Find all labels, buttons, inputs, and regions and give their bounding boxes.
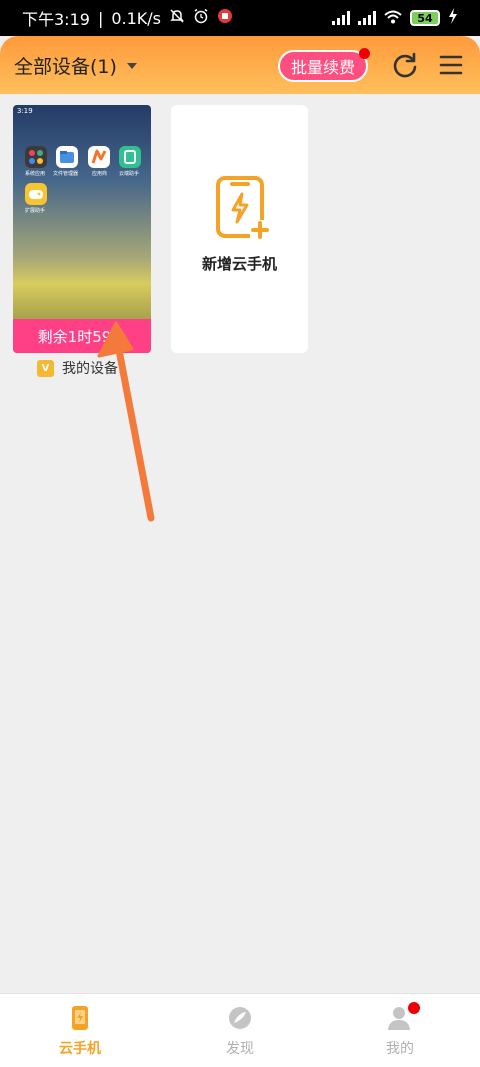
nav-label: 发现 (226, 1041, 254, 1057)
nav-tab-discover[interactable]: 发现 (160, 994, 320, 1067)
bottom-navigation: 云手机 发现 我的 (0, 993, 480, 1067)
notification-dot (408, 1002, 420, 1014)
profile-icon (386, 1002, 420, 1032)
cloud-phone-icon (66, 1004, 94, 1032)
discover-icon (226, 1004, 254, 1032)
nav-tab-mine[interactable]: 我的 (320, 994, 480, 1067)
annotation-arrow-icon (97, 321, 155, 522)
nav-tab-cloud-phone[interactable]: 云手机 (0, 994, 160, 1067)
nav-label: 我的 (386, 1041, 414, 1057)
nav-label: 云手机 (59, 1041, 101, 1057)
